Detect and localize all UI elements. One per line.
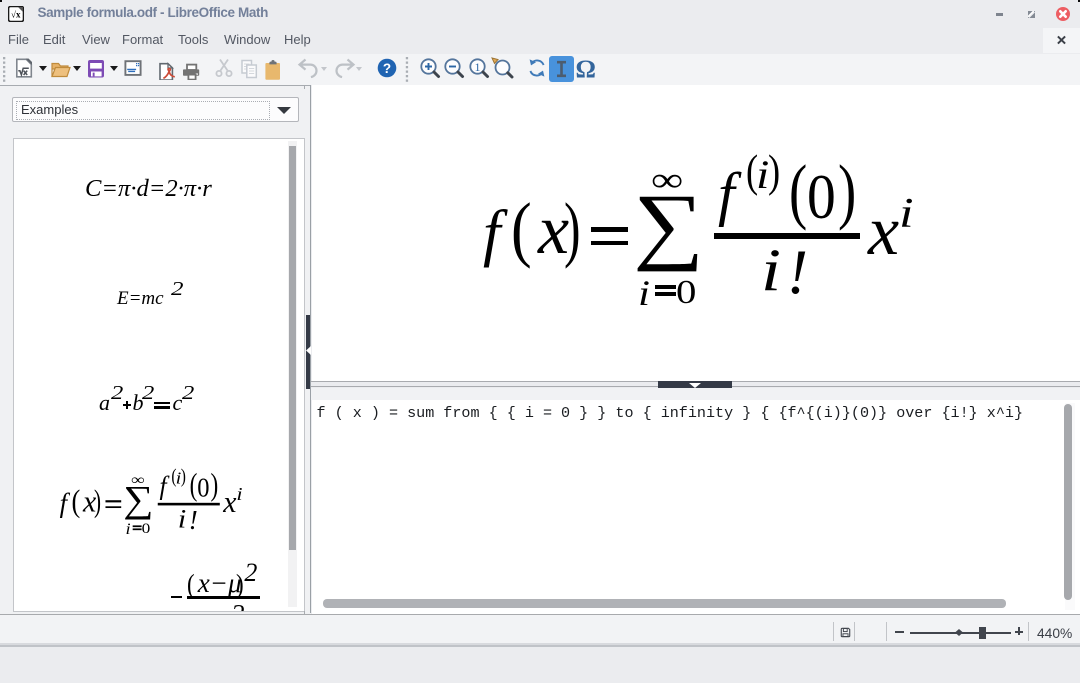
svg-text:√x: √x (11, 10, 21, 20)
svg-text:?: ? (383, 61, 391, 76)
svg-text:1: 1 (475, 60, 481, 74)
